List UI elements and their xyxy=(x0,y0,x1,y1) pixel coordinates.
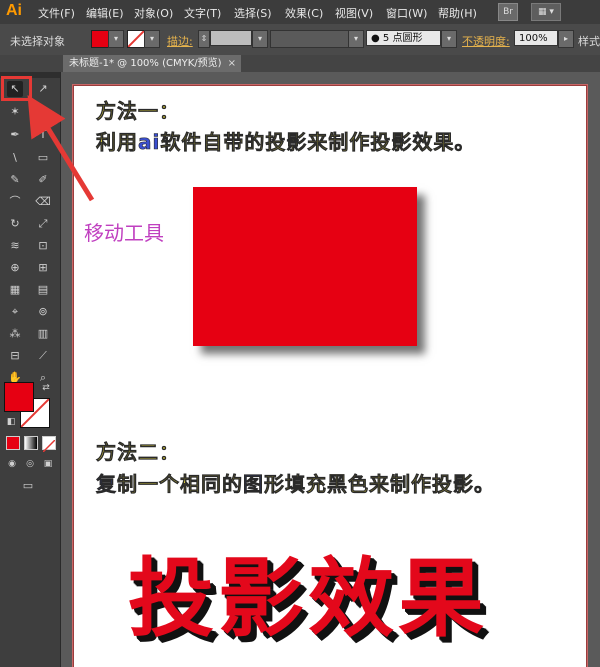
move-tool-label: 移动工具 xyxy=(84,221,164,245)
fill-color-box[interactable] xyxy=(4,382,34,412)
annotation-arrow-icon xyxy=(27,94,95,202)
